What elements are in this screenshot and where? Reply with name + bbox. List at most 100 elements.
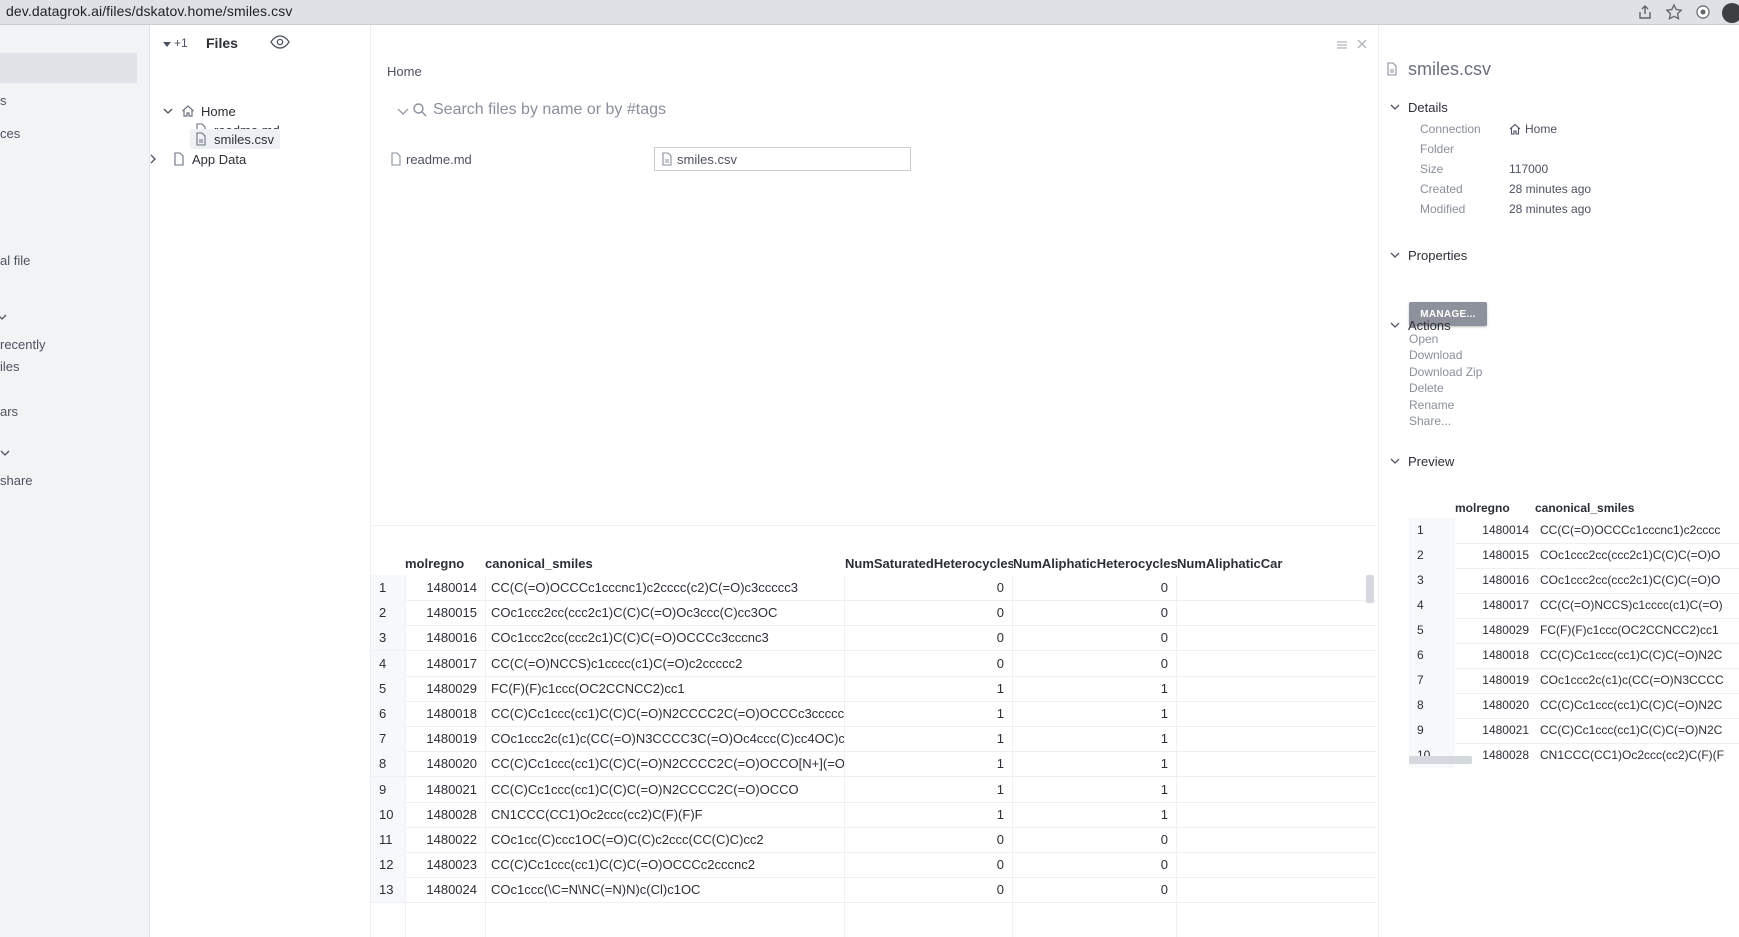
sidebar-selected-item[interactable]	[0, 53, 137, 83]
row-number[interactable]: 4	[371, 650, 405, 676]
table-cell[interactable]: 0	[844, 600, 1012, 625]
tree-node-home[interactable]: Home	[163, 101, 236, 121]
table-cell[interactable]: CC(C)Cc1ccc(cc1)C(C)C(=O)N2C	[1535, 718, 1739, 743]
table-row[interactable]: 8 1480020 CC(C)Cc1ccc(cc1)C(C)C(=O)N2CCCC2…	[371, 751, 1377, 778]
table-row[interactable]: 11 1480022 COc1cc(C)ccc1OC(=O)C(C)c2ccc(CC…	[371, 827, 1377, 853]
table-row[interactable]: 6 1480018 CC(C)Cc1ccc(cc1)C(C)C(=O)N2C	[1409, 643, 1739, 669]
table-cell[interactable]: FC(F)(F)c1ccc(OC2CCNCC2)cc1	[485, 676, 844, 701]
table-cell[interactable]: 1	[844, 751, 1012, 776]
section-properties[interactable]: Properties	[1390, 245, 1467, 265]
sidebar-item[interactable]: ars	[0, 404, 18, 419]
table-row[interactable]: 9 1480021 CC(C)Cc1ccc(cc1)C(C)C(=O)N2CCCC2…	[371, 776, 1377, 803]
table-row[interactable]: 13 1480024 COc1ccc(\C=N\NC(=N)N)c(Cl)c1OC 0…	[371, 877, 1377, 904]
table-cell[interactable]: 1480018	[405, 701, 485, 726]
table-cell[interactable]: 1480014	[1455, 518, 1535, 543]
section-details[interactable]: Details	[1390, 97, 1448, 117]
table-row[interactable]: 5 1480029 FC(F)(F)c1ccc(OC2CCNCC2)cc1 1 1	[371, 675, 1377, 702]
table-cell[interactable]: 0	[1012, 625, 1176, 650]
table-cell[interactable]: 0	[1012, 651, 1176, 676]
table-cell[interactable]: 1480022	[405, 827, 485, 852]
table-row[interactable]: 1 1480014 CC(C(=O)OCCCc1cccnc1)c2cccc(c2)C…	[371, 575, 1377, 601]
table-row[interactable]: 5 1480029 FC(F)(F)c1ccc(OC2CCNCC2)cc1	[1409, 618, 1739, 644]
table-cell[interactable]: 1	[844, 802, 1012, 827]
action-open[interactable]: Open	[1409, 332, 1438, 346]
table-cell[interactable]: 0	[1012, 852, 1176, 877]
table-cell[interactable]: CC(C)Cc1ccc(cc1)C(C)C(=O)N2CCCC2C(=O)OCC…	[485, 777, 844, 802]
table-cell[interactable]: 0	[1012, 877, 1176, 902]
table-cell[interactable]: 1480018	[1455, 643, 1535, 668]
table-cell[interactable]: 1	[844, 701, 1012, 726]
table-cell[interactable]: CC(C)Cc1ccc(cc1)C(C)C(=O)N2CCCC2C(=O)OCC…	[485, 701, 844, 726]
hamburger-icon[interactable]	[1336, 40, 1348, 50]
close-icon[interactable]	[1356, 38, 1368, 50]
table-row[interactable]: 1 1480014 CC(C(=O)OCCCc1cccnc1)c2cccc	[1409, 518, 1739, 544]
table-cell[interactable]: CC(C)Cc1ccc(cc1)C(C)C(=O)N2CCCC2C(=O)OCC…	[485, 751, 844, 776]
column-header[interactable]: molregno	[1455, 498, 1535, 518]
section-preview[interactable]: Preview	[1390, 451, 1454, 471]
table-cell[interactable]: 1480015	[405, 600, 485, 625]
record-icon[interactable]	[1694, 3, 1712, 21]
search-input[interactable]	[433, 98, 853, 122]
table-cell[interactable]: CC(C)Cc1ccc(cc1)C(C)C(=O)OCCCc2cccnc2	[485, 852, 844, 877]
table-cell[interactable]: 1	[1012, 726, 1176, 751]
table-row[interactable]: 8 1480020 CC(C)Cc1ccc(cc1)C(C)C(=O)N2C	[1409, 693, 1739, 719]
table-row[interactable]: 10 1480028 CN1CCC(CC1)Oc2ccc(cc2)C(F)(F)F 1…	[371, 801, 1377, 828]
row-number[interactable]: 2	[371, 600, 405, 626]
table-cell[interactable]: 1480024	[405, 877, 485, 902]
table-cell[interactable]: 1	[844, 777, 1012, 802]
table-cell[interactable]: 1480020	[405, 751, 485, 776]
table-cell[interactable]: COc1cc(C)ccc1OC(=O)C(C)c2ccc(CC(C)C)cc2	[485, 827, 844, 852]
row-number[interactable]: 10	[371, 801, 405, 827]
chevron-down-icon[interactable]	[0, 312, 10, 322]
table-cell[interactable]: 1	[844, 726, 1012, 751]
table-cell[interactable]: CC(C)Cc1ccc(cc1)C(C)C(=O)N2C	[1535, 643, 1739, 668]
column-header[interactable]: molregno	[405, 553, 485, 575]
row-number[interactable]: 7	[371, 726, 405, 752]
table-cell[interactable]: 0	[844, 625, 1012, 650]
table-row[interactable]: 4 1480017 CC(C(=O)NCCS)c1cccc(c1)C(=O)	[1409, 593, 1739, 619]
table-cell[interactable]: CC(C(=O)OCCCc1cccnc1)c2cccc	[1535, 518, 1739, 543]
table-cell[interactable]: COc1ccc2cc(ccc2c1)C(C)C(=O)OCCCc3cccnc3	[485, 625, 844, 650]
table-cell[interactable]: 1480017	[405, 651, 485, 676]
table-cell[interactable]: 1480028	[405, 802, 485, 827]
table-cell[interactable]: 0	[844, 852, 1012, 877]
table-cell[interactable]: CN1CCC(CC1)Oc2ccc(cc2)C(F)(F	[1535, 743, 1739, 768]
sidebar-item[interactable]: recently	[0, 337, 46, 352]
chevron-down-icon[interactable]	[163, 106, 173, 116]
detail-value-connection[interactable]: Home	[1509, 122, 1557, 136]
table-cell[interactable]: 1480023	[405, 852, 485, 877]
sidebar-item[interactable]: s	[0, 93, 7, 108]
row-number[interactable]: 2	[1409, 543, 1455, 568]
row-number[interactable]: 1	[371, 575, 405, 600]
sidebar-item[interactable]: al file	[0, 253, 30, 268]
row-number[interactable]: 11	[371, 827, 405, 852]
row-number[interactable]: 7	[1409, 668, 1455, 693]
row-number[interactable]: 13	[371, 877, 405, 903]
table-cell[interactable]: FC(F)(F)c1ccc(OC2CCNCC2)cc1	[1535, 618, 1739, 643]
table-cell[interactable]: 1480021	[1455, 718, 1535, 743]
row-number[interactable]: 1	[1409, 518, 1455, 543]
eye-icon[interactable]	[270, 35, 290, 49]
table-cell[interactable]: 1	[1012, 802, 1176, 827]
table-row[interactable]: 4 1480017 CC(C(=O)NCCS)c1cccc(c1)C(=O)c2cc…	[371, 650, 1377, 677]
chevron-down-icon[interactable]	[397, 107, 409, 117]
row-number[interactable]: 5	[371, 675, 405, 701]
table-cell[interactable]: 1	[844, 676, 1012, 701]
action-rename[interactable]: Rename	[1409, 398, 1454, 412]
table-cell[interactable]: 1480015	[1455, 543, 1535, 568]
row-number[interactable]: 12	[371, 852, 405, 878]
table-cell[interactable]: COc1ccc2cc(ccc2c1)C(C)C(=O)O	[1535, 568, 1739, 593]
table-cell[interactable]: 1480020	[1455, 693, 1535, 718]
table-row[interactable]: 7 1480019 COc1ccc2c(c1)c(CC(=O)N3CCCC	[1409, 668, 1739, 694]
table-cell[interactable]: 0	[844, 575, 1012, 600]
table-cell[interactable]: 1480029	[1455, 618, 1535, 643]
table-cell[interactable]: 0	[1012, 600, 1176, 625]
breadcrumb[interactable]: Home	[387, 64, 422, 79]
chevron-down-icon[interactable]	[0, 448, 10, 458]
table-cell[interactable]: CC(C(=O)OCCCc1cccnc1)c2cccc(c2)C(=O)c3cc…	[485, 575, 844, 600]
table-cell[interactable]: 1	[1012, 676, 1176, 701]
table-cell[interactable]: 0	[844, 827, 1012, 852]
table-cell[interactable]: 1	[1012, 751, 1176, 776]
table-cell[interactable]: 1480019	[1455, 668, 1535, 693]
table-row[interactable]: 3 1480016 COc1ccc2cc(ccc2c1)C(C)C(=O)OCCCc…	[371, 625, 1377, 652]
